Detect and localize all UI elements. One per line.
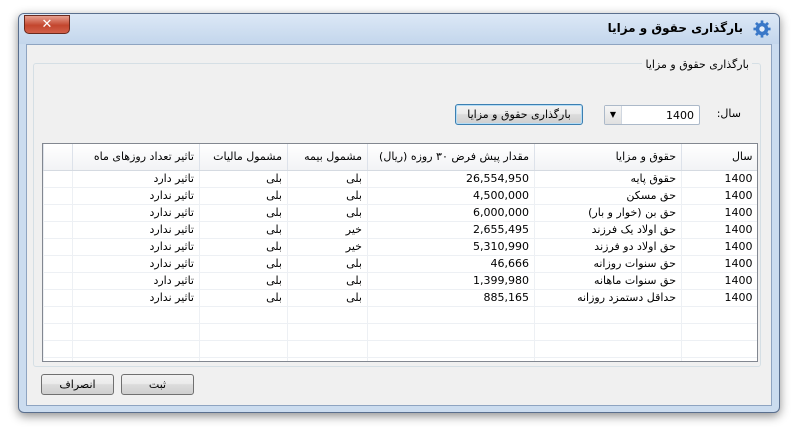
column-header-year[interactable]: سال	[681, 144, 757, 171]
salary-grid[interactable]: سال حقوق و مزایا مقدار پیش فرض ۳۰ روزه (…	[42, 143, 758, 362]
cell-item: حق سنوات ماهانه	[534, 272, 682, 290]
cell-days-effect: تاثیر ندارد	[72, 289, 200, 307]
table-row[interactable]: 1400 حق اولاد دو فرزند 5,310,990 خیر بلی تاثی…	[43, 238, 757, 256]
cell-tax: بلی	[199, 187, 288, 205]
column-header-item[interactable]: حقوق و مزایا	[534, 144, 682, 171]
cell-tax: بلی	[199, 272, 288, 290]
cell-blank	[43, 204, 73, 222]
cell-days-effect: تاثیر ندارد	[72, 255, 200, 273]
close-button[interactable]: ✕	[24, 15, 70, 34]
cell-insurance: بلی	[287, 204, 368, 222]
empty-row	[43, 340, 757, 358]
cell-insurance: بلی	[287, 255, 368, 273]
cell-blank	[43, 255, 73, 273]
cell-blank	[43, 221, 73, 239]
cell-year: 1400	[681, 187, 757, 205]
cell-insurance: خیر	[287, 221, 368, 239]
table-row[interactable]: 1400 حق بن (خوار و بار) 6,000,000 بلی بلی تاث…	[43, 204, 757, 222]
cell-days-effect: تاثیر ندارد	[72, 204, 200, 222]
cell-blank	[43, 187, 73, 205]
cell-year: 1400	[681, 289, 757, 307]
cell-item: حق مسکن	[534, 187, 682, 205]
cell-tax: بلی	[199, 255, 288, 273]
chevron-down-icon[interactable]: ▼	[605, 106, 622, 124]
cell-days-effect: تاثیر ندارد	[72, 221, 200, 239]
window-title: بارگذاری حقوق و مزایا	[607, 21, 743, 35]
table-row[interactable]: 1400 حق اولاد یک فرزند 2,655,495 خیر بلی تاثی…	[43, 221, 757, 239]
cell-amount: 6,000,000	[367, 204, 535, 222]
table-row[interactable]: 1400 حقوق پایه 26,554,950 بلی بلی تاثیر دارد	[43, 170, 757, 188]
cell-amount: 5,310,990	[367, 238, 535, 256]
cell-year: 1400	[681, 238, 757, 256]
save-button[interactable]: ثبت	[121, 374, 194, 395]
cell-insurance: بلی	[287, 289, 368, 307]
cell-year: 1400	[681, 204, 757, 222]
cell-amount: 4,500,000	[367, 187, 535, 205]
salary-table: سال حقوق و مزایا مقدار پیش فرض ۳۰ روزه (…	[43, 144, 757, 361]
year-label: سال:	[716, 107, 741, 120]
empty-row	[43, 357, 757, 361]
gear-icon	[753, 20, 771, 38]
cell-tax: بلی	[199, 238, 288, 256]
cell-blank	[43, 238, 73, 256]
cell-blank	[43, 289, 73, 307]
dialog-body: بارگذاری حقوق و مزایا سال: ▼ 1400 بارگذا…	[26, 44, 772, 406]
cell-amount: 2,655,495	[367, 221, 535, 239]
cell-year: 1400	[681, 221, 757, 239]
table-row[interactable]: 1400 حداقل دستمزد روزانه 885,165 بلی بلی تاثی…	[43, 289, 757, 307]
cell-amount: 1,399,980	[367, 272, 535, 290]
cell-insurance: بلی	[287, 272, 368, 290]
empty-row	[43, 306, 757, 324]
column-header-amount[interactable]: مقدار پیش فرض ۳۰ روزه (ریال)	[367, 144, 535, 171]
column-header-insurance[interactable]: مشمول بیمه	[287, 144, 368, 171]
column-header-days-effect[interactable]: تاثیر تعداد روزهای ماه	[72, 144, 200, 171]
cell-item: حقوق پایه	[534, 170, 682, 188]
dialog-window: بارگذاری حقوق و مزایا ✕ بارگذاری حقوق و …	[18, 13, 780, 413]
cell-insurance: بلی	[287, 170, 368, 188]
cell-days-effect: تاثیر ندارد	[72, 238, 200, 256]
cell-year: 1400	[681, 170, 757, 188]
cell-amount: 885,165	[367, 289, 535, 307]
title-bar[interactable]: بارگذاری حقوق و مزایا ✕	[19, 14, 779, 44]
year-select[interactable]: ▼ 1400	[604, 105, 700, 125]
cell-days-effect: تاثیر ندارد	[72, 187, 200, 205]
cell-insurance: بلی	[287, 187, 368, 205]
table-row[interactable]: 1400 حق سنوات روزانه 46,666 بلی بلی تاثیر ندا…	[43, 255, 757, 273]
cell-year: 1400	[681, 255, 757, 273]
cell-days-effect: تاثیر دارد	[72, 170, 200, 188]
cell-item: حق بن (خوار و بار)	[534, 204, 682, 222]
load-salary-button[interactable]: بارگذاری حقوق و مزایا	[455, 104, 583, 125]
cell-year: 1400	[681, 272, 757, 290]
empty-row	[43, 323, 757, 341]
cell-tax: بلی	[199, 221, 288, 239]
table-row[interactable]: 1400 حق سنوات ماهانه 1,399,980 بلی بلی تاثیر …	[43, 272, 757, 290]
cell-item: حق اولاد دو فرزند	[534, 238, 682, 256]
cell-item: حداقل دستمزد روزانه	[534, 289, 682, 307]
year-select-value: 1400	[666, 109, 694, 122]
cell-blank	[43, 170, 73, 188]
group-title: بارگذاری حقوق و مزایا	[642, 58, 752, 71]
column-header-blank	[43, 144, 73, 171]
cell-blank	[43, 272, 73, 290]
cell-item: حق اولاد یک فرزند	[534, 221, 682, 239]
table-header-row: سال حقوق و مزایا مقدار پیش فرض ۳۰ روزه (…	[43, 144, 757, 171]
cell-tax: بلی	[199, 204, 288, 222]
cancel-button[interactable]: انصراف	[41, 374, 114, 395]
cell-amount: 26,554,950	[367, 170, 535, 188]
cell-tax: بلی	[199, 170, 288, 188]
cell-item: حق سنوات روزانه	[534, 255, 682, 273]
cell-days-effect: تاثیر دارد	[72, 272, 200, 290]
cell-amount: 46,666	[367, 255, 535, 273]
cell-tax: بلی	[199, 289, 288, 307]
cell-insurance: خیر	[287, 238, 368, 256]
table-row[interactable]: 1400 حق مسکن 4,500,000 بلی بلی تاثیر ندارد	[43, 187, 757, 205]
column-header-tax[interactable]: مشمول مالیات	[199, 144, 288, 171]
